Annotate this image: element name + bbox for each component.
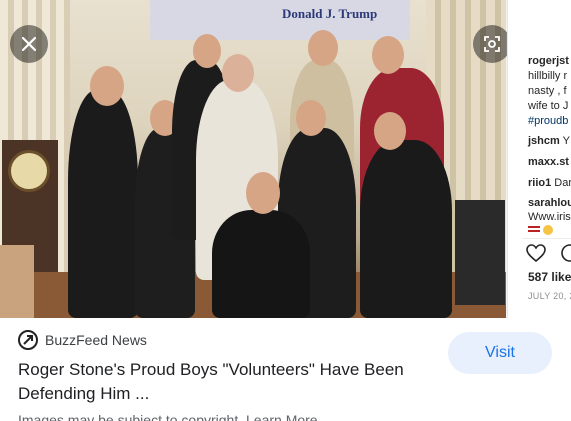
- photo-person-head: [246, 172, 280, 214]
- smile-emoji-icon: [543, 225, 553, 235]
- side-comment: maxx.st: [528, 156, 569, 168]
- instagram-side-panel: rogerjst hillbilly r nasty , f wife to J…: [507, 0, 571, 318]
- side-comment: sarahlou: [528, 197, 571, 209]
- flag-emoji-icon: [528, 226, 540, 234]
- lens-icon: [484, 36, 500, 52]
- source-name: BuzzFeed News: [45, 332, 147, 348]
- post-date: JULY 20, 2: [528, 291, 571, 301]
- likes-count: 587 like: [528, 270, 571, 284]
- copyright-notice: Images may be subject to copyright. Lear…: [18, 412, 318, 421]
- photo-person-head: [308, 30, 338, 66]
- source-link[interactable]: BuzzFeed News: [18, 330, 147, 350]
- heart-icon[interactable]: [526, 244, 546, 263]
- preview-image[interactable]: Donald J. Trump: [0, 0, 506, 318]
- photo-person-head: [296, 100, 326, 136]
- side-caption-line: wife to J: [528, 100, 569, 112]
- side-caption-line: nasty , f: [528, 85, 567, 97]
- comment-user: maxx.st: [528, 156, 569, 168]
- close-button[interactable]: [10, 25, 48, 63]
- photo-amplifier: [455, 200, 505, 305]
- photo-person-head: [193, 34, 221, 68]
- buzzfeed-logo-icon: [18, 330, 38, 350]
- side-comment: riio1 Dar: [528, 177, 571, 189]
- photo-person-head: [372, 36, 404, 74]
- result-info-panel: BuzzFeed News Roger Stone's Proud Boys "…: [0, 318, 571, 421]
- comment-user: sarahlou: [528, 197, 571, 209]
- photo-person: [212, 210, 310, 318]
- side-comment: jshcm Y: [528, 135, 570, 147]
- photo-banner-text: Donald J. Trump: [282, 6, 378, 21]
- photo-presidential-seal: [8, 150, 50, 192]
- visit-button[interactable]: Visit: [448, 332, 552, 374]
- photo-person-head: [222, 54, 254, 92]
- close-icon: [21, 36, 37, 52]
- side-caption-user: rogerjst: [528, 55, 569, 67]
- photo-person: [68, 90, 138, 318]
- side-caption-line: hillbilly r: [528, 70, 568, 82]
- image-viewer: Donald J. Trump rogerjst hillbilly r nas…: [0, 0, 571, 318]
- photo-person: [360, 140, 452, 318]
- comment-user: jshcm: [528, 135, 560, 147]
- comment-user: riio1: [528, 177, 552, 189]
- side-comment-text: Www.iris: [528, 211, 571, 223]
- side-hashtag: #proudb: [528, 115, 569, 127]
- comment-text: Dar: [554, 177, 571, 189]
- result-headline[interactable]: Roger Stone's Proud Boys "Volunteers" Ha…: [18, 358, 428, 406]
- side-divider: [522, 238, 571, 239]
- comment-text: Y: [562, 135, 570, 147]
- photo-portrait: [0, 245, 34, 318]
- comment-icon[interactable]: [560, 244, 571, 263]
- photo-person-head: [374, 112, 406, 150]
- lens-search-button[interactable]: [473, 25, 511, 63]
- photo-person-head: [90, 66, 124, 106]
